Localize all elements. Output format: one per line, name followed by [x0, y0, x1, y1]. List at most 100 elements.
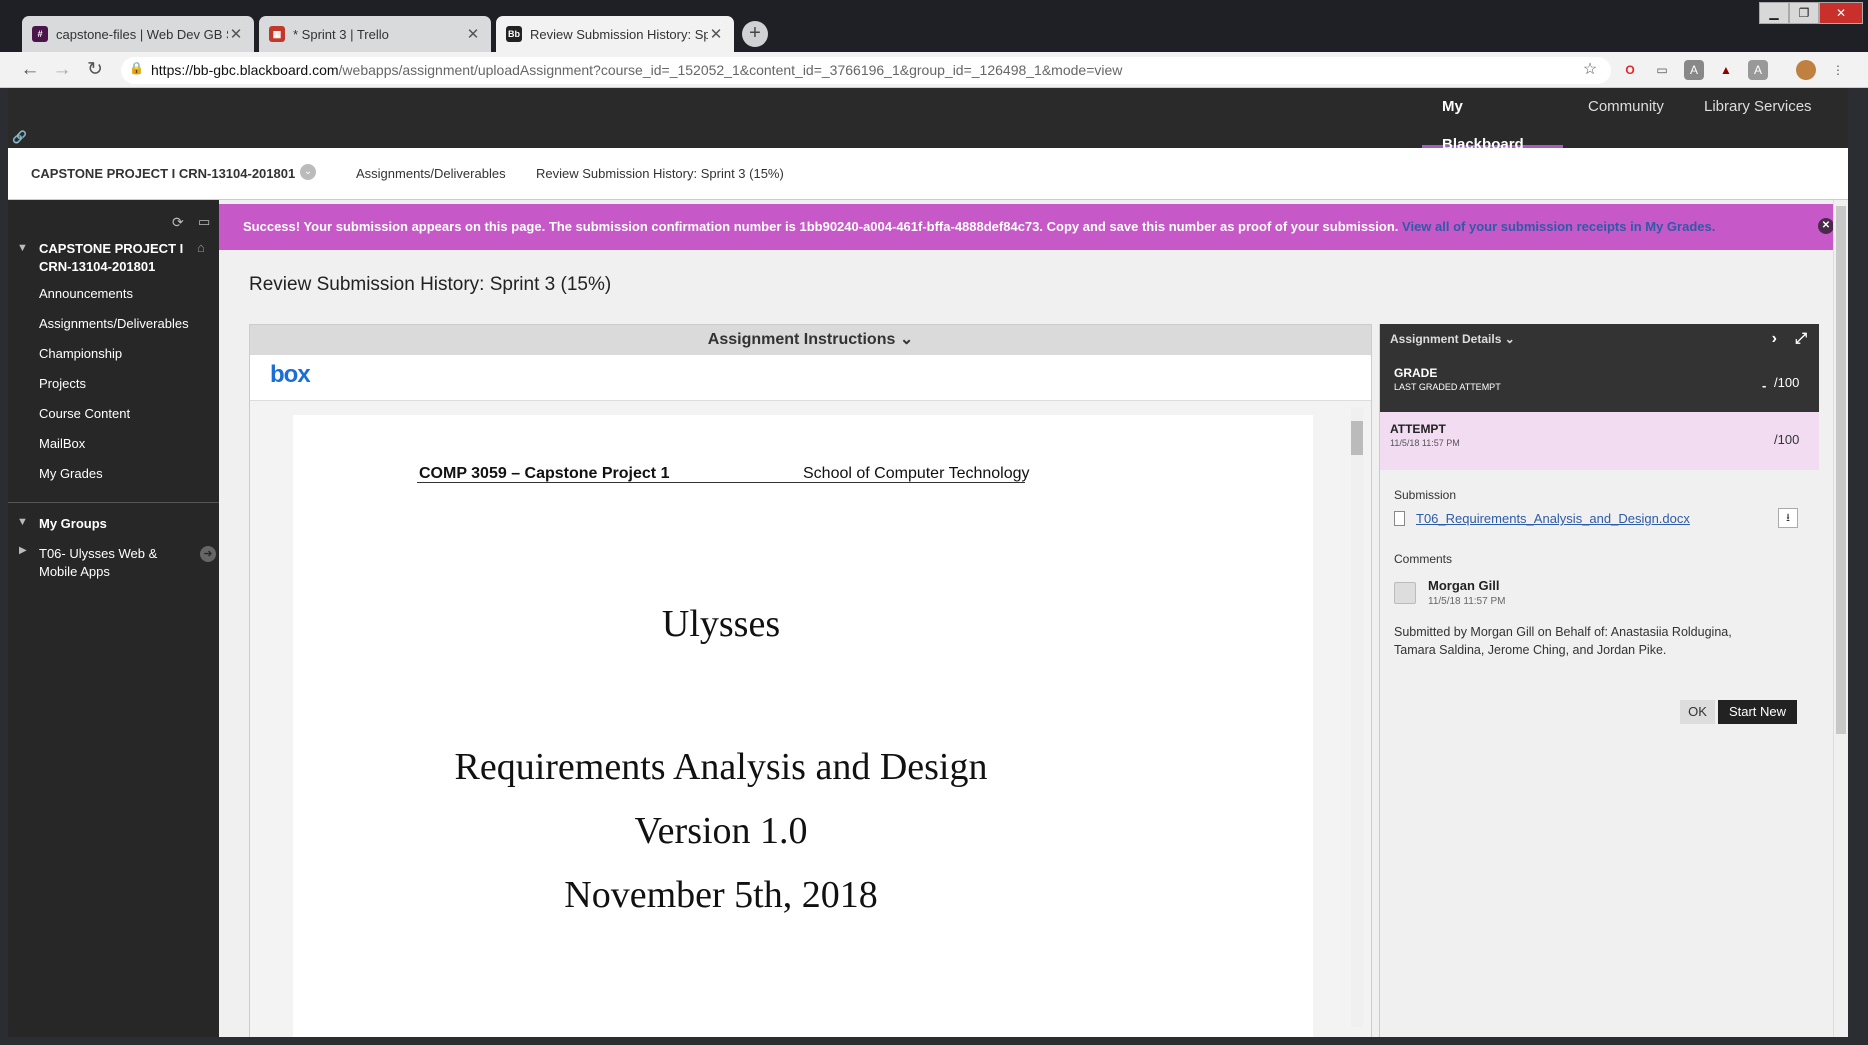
tab-strip: # capstone-files | Web Dev GB Slac ✕ ▦ *…: [0, 0, 1868, 52]
comment-line1: Submitted by Morgan Gill on Behalf of: A…: [1394, 625, 1732, 639]
chevron-right-icon[interactable]: ›: [1772, 324, 1777, 354]
sidebar-item-course-content[interactable]: Course Content: [39, 406, 130, 421]
group-line1: T06- Ulysses Web &: [39, 546, 158, 561]
submission-label: Submission: [1394, 488, 1457, 502]
cast-icon[interactable]: ▭: [1652, 60, 1672, 80]
forward-button[interactable]: →: [50, 58, 74, 82]
sidebar-item-my-grades[interactable]: My Grades: [39, 466, 103, 481]
chevron-down-icon[interactable]: ⌄: [300, 164, 316, 180]
menu-icon[interactable]: ⋮: [1828, 60, 1848, 80]
collapse-arrow-icon[interactable]: ▼: [17, 242, 28, 254]
close-tab-icon[interactable]: ✕: [465, 25, 481, 43]
sidebar-divider: [8, 502, 219, 503]
sidebar-item-announcements[interactable]: Announcements: [39, 286, 133, 301]
back-button[interactable]: ←: [18, 58, 42, 82]
document-scrollbar[interactable]: [1351, 407, 1363, 1027]
sidebar-groups-heading[interactable]: My Groups: [39, 515, 107, 533]
bookmark-star-icon[interactable]: ☆: [1580, 60, 1600, 80]
page-title: Review Submission History: Sprint 3 (15%…: [249, 274, 612, 295]
opera-icon[interactable]: O: [1620, 60, 1640, 80]
main-content: Success! Your submission appears on this…: [219, 200, 1848, 1037]
url-host: https://bb-gbc.blackboard.com: [151, 62, 339, 78]
instructions-toggle[interactable]: Assignment Instructions ⌄: [250, 325, 1371, 355]
slack-icon: #: [32, 26, 48, 42]
sidebar-item-championship[interactable]: Championship: [39, 346, 122, 361]
chevron-down-icon: ⌄: [1504, 332, 1515, 346]
avatar: [1394, 582, 1416, 604]
doc-subtitle: Requirements Analysis and Design: [454, 746, 988, 788]
nav-library-services[interactable]: Library Services: [1684, 88, 1832, 148]
expand-icon[interactable]: ⤢: [1795, 324, 1807, 354]
refresh-icon[interactable]: ⟳: [172, 214, 184, 231]
tab-trello[interactable]: ▦ * Sprint 3 | Trello ✕: [259, 16, 491, 52]
breadcrumb-current: Review Submission History: Sprint 3 (15%…: [536, 166, 784, 181]
assignment-details-header: Assignment Details ⌄ › ⤢: [1380, 324, 1819, 354]
close-window-button[interactable]: ✕: [1819, 2, 1863, 24]
minimize-button[interactable]: ▁: [1759, 2, 1789, 24]
grade-sub: LAST GRADED ATTEMPT: [1394, 382, 1501, 392]
course-title-line2: CRN-13104-201801: [39, 259, 156, 274]
expand-arrow-icon[interactable]: ▶: [19, 545, 27, 556]
new-tab-button[interactable]: +: [742, 21, 768, 47]
grade-label: GRADE: [1394, 366, 1438, 380]
breadcrumb-course[interactable]: CAPSTONE PROJECT I CRN-13104-201801: [31, 166, 295, 181]
attempt-label: ATTEMPT: [1390, 422, 1446, 436]
tab-slack[interactable]: # capstone-files | Web Dev GB Slac ✕: [22, 16, 254, 52]
doc-version: Version 1.0: [634, 810, 808, 852]
url-input[interactable]: https://bb-gbc.blackboard.com/webapps/as…: [121, 57, 1611, 84]
tab-title: * Sprint 3 | Trello: [293, 26, 389, 42]
sidebar-item-mailbox[interactable]: MailBox: [39, 436, 85, 451]
arrow-right-icon[interactable]: ➜: [200, 546, 216, 562]
extension-hat-icon[interactable]: ▲: [1716, 60, 1736, 80]
nav-my-blackboard[interactable]: My Blackboard: [1422, 88, 1563, 153]
details-title[interactable]: Assignment Details: [1390, 332, 1501, 346]
close-icon[interactable]: ✕: [1818, 218, 1834, 234]
link-icon[interactable]: 🔗: [12, 130, 27, 144]
browser-window: # capstone-files | Web Dev GB Slac ✕ ▦ *…: [0, 0, 1868, 1045]
sidebar-group-t06[interactable]: T06- Ulysses Web & Mobile Apps: [39, 545, 157, 581]
attempt-out-of: /100: [1774, 432, 1800, 447]
maximize-button[interactable]: ❐: [1789, 2, 1819, 24]
submission-file-link[interactable]: T06_Requirements_Analysis_and_Design.doc…: [1416, 511, 1690, 526]
attempt-row[interactable]: ATTEMPT 11/5/18 11:57 PM /100: [1380, 412, 1819, 470]
breadcrumb-item[interactable]: Assignments/Deliverables: [356, 166, 506, 181]
reload-button[interactable]: ↻: [83, 58, 107, 82]
banner-message: Success! Your submission appears on this…: [243, 219, 1399, 234]
start-new-button[interactable]: Start New: [1718, 700, 1797, 724]
success-banner: Success! Your submission appears on this…: [219, 204, 1842, 250]
sidebar-course-title[interactable]: CAPSTONE PROJECT I CRN-13104-201801: [39, 240, 183, 276]
page: 🔗 My Blackboard Community Library Servic…: [8, 88, 1848, 1037]
assignment-details-panel: Assignment Details ⌄ › ⤢ GRADE LAST GRAD…: [1379, 324, 1819, 1037]
doc-header-right: School of Computer Technology: [803, 465, 1030, 482]
course-sidebar: ⟳ ▭ ▼ CAPSTONE PROJECT I CRN-13104-20180…: [8, 200, 219, 1037]
extension-icon[interactable]: A: [1748, 60, 1768, 80]
attempt-date: 11/5/18 11:57 PM: [1390, 438, 1460, 448]
tab-title: capstone-files | Web Dev GB Slac: [56, 26, 228, 42]
folder-icon[interactable]: ▭: [198, 214, 210, 230]
close-tab-icon[interactable]: ✕: [708, 25, 724, 43]
banner-link[interactable]: View all of your submission receipts in …: [1402, 219, 1715, 234]
document-icon: [1394, 511, 1405, 526]
sidebar-item-assignments[interactable]: Assignments/Deliverables: [39, 316, 189, 331]
page-scrollbar[interactable]: [1833, 200, 1848, 1037]
scrollbar-thumb[interactable]: [1351, 421, 1363, 455]
close-tab-icon[interactable]: ✕: [228, 25, 244, 43]
address-bar: ← → ↻ https://bb-gbc.blackboard.com/weba…: [0, 52, 1868, 88]
box-logo[interactable]: box: [270, 361, 311, 389]
group-line2: Mobile Apps: [39, 564, 110, 579]
scrollbar-thumb[interactable]: [1836, 206, 1846, 734]
collapse-arrow-icon[interactable]: ▼: [17, 516, 28, 528]
nav-community[interactable]: Community: [1568, 88, 1684, 148]
document-preview[interactable]: COMP 3059 – Capstone Project 1 School of…: [250, 401, 1371, 1037]
ok-button[interactable]: OK: [1680, 700, 1715, 724]
download-icon[interactable]: ⭳: [1778, 508, 1798, 528]
extension-icon[interactable]: A: [1684, 60, 1704, 80]
course-title-line1: CAPSTONE PROJECT I: [39, 241, 184, 256]
lock-icon[interactable]: 🔒: [129, 61, 144, 75]
document-viewer: Assignment Instructions ⌄ box COMP 3059 …: [249, 324, 1372, 1037]
breadcrumb: CAPSTONE PROJECT I CRN-13104-201801 ⌄ As…: [8, 148, 1848, 200]
tab-blackboard[interactable]: Bb Review Submission History: Sprin ✕: [496, 16, 734, 52]
sidebar-item-projects[interactable]: Projects: [39, 376, 86, 391]
home-icon[interactable]: ⌂: [197, 240, 205, 255]
profile-avatar-icon[interactable]: [1796, 60, 1816, 80]
